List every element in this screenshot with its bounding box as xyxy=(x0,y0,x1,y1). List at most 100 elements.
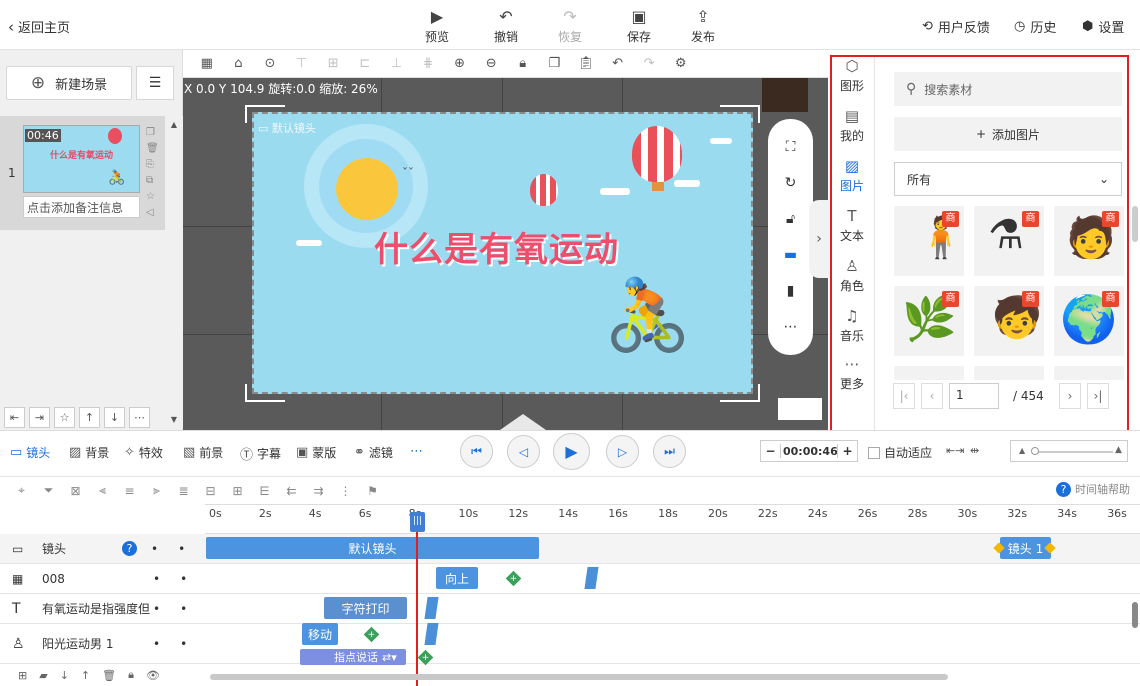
undo-button[interactable]: ↶ 撤销 xyxy=(481,6,531,45)
material-item[interactable]: 🧍 商 xyxy=(894,206,964,276)
camera-corner[interactable] xyxy=(245,105,285,123)
cat-image[interactable]: ▨ 图片 xyxy=(833,157,871,194)
star-icon[interactable]: ☆ xyxy=(146,191,155,202)
export-scene-icon[interactable]: ⇥ xyxy=(29,406,50,428)
cat-character[interactable]: ♙ 角色 xyxy=(833,257,871,294)
eye-icon[interactable]: 👁︎ xyxy=(146,669,160,682)
cat-shape[interactable]: ⬡ 图形 xyxy=(833,57,871,94)
redo-small-icon[interactable]: ↷ xyxy=(633,56,665,71)
align-left-icon[interactable]: ⊏ xyxy=(349,56,381,71)
add-track-icon[interactable]: ⊞ xyxy=(18,669,27,682)
undo-small-icon[interactable]: ↶ xyxy=(602,56,634,71)
tab-foreground[interactable]: ▧ 前景 xyxy=(183,444,223,461)
new-scene-button[interactable]: ⊕ 新建场景 xyxy=(6,66,132,100)
history-button[interactable]: ◷ 历史 xyxy=(1014,17,1056,36)
copy-icon[interactable]: ❐ xyxy=(146,127,155,138)
tab-background[interactable]: ▨ 背景 xyxy=(69,444,109,461)
lock-icon[interactable]: 🔒︎ xyxy=(507,56,539,71)
camera-corner[interactable] xyxy=(720,384,760,402)
step-forward-button[interactable]: ▷ xyxy=(606,435,639,468)
settings-small-icon[interactable]: ⚙︎ xyxy=(665,56,697,71)
material-item[interactable]: 🌍 商 xyxy=(1054,286,1124,356)
track-down-icon[interactable]: ↓ xyxy=(60,669,69,682)
add-image-button[interactable]: + 添加图片 xyxy=(894,117,1122,151)
track-3-header[interactable]: ♙ 阳光运动男 1 • • xyxy=(0,624,205,664)
visibility-dot[interactable]: • xyxy=(153,572,160,586)
tab-subtitle[interactable]: Ⓣ 字幕 xyxy=(240,444,281,463)
track-2-header[interactable]: T 有氧运动是指强度但 • • xyxy=(0,594,205,624)
lock-dot[interactable]: • xyxy=(180,602,187,616)
prev-scene-button[interactable]: ⏮ xyxy=(460,435,493,468)
desktop-icon[interactable]: ▬ xyxy=(784,247,797,263)
home-icon[interactable]: ⌂ xyxy=(223,56,255,71)
redo-button[interactable]: ↷ 恢复 xyxy=(545,6,595,45)
mobile-icon[interactable]: ▮ xyxy=(787,283,795,299)
rotate-icon[interactable]: ↻ xyxy=(785,175,797,191)
scene-scrollbar[interactable]: ▲ ▼ xyxy=(165,116,183,428)
offscreen-element[interactable] xyxy=(762,78,808,112)
page-input[interactable]: 1 xyxy=(949,383,999,409)
material-item[interactable] xyxy=(1054,366,1124,380)
zoom-in-icon[interactable]: ⊕ xyxy=(444,56,476,71)
paste-icon[interactable]: 📋︎ xyxy=(570,56,602,71)
back-home-button[interactable]: ‹ 返回主页 xyxy=(8,17,70,37)
align-start-icon[interactable]: ⫷ xyxy=(89,483,116,498)
cat-text[interactable]: T 文本 xyxy=(833,207,871,244)
more-icon[interactable]: ⋯ xyxy=(129,406,150,428)
options-icon[interactable]: ⊙ xyxy=(254,56,286,71)
folder-icon[interactable]: ▰ xyxy=(39,669,47,682)
next-page-button[interactable]: › xyxy=(1059,383,1081,409)
clip-move[interactable]: 移动 xyxy=(302,623,338,645)
track-lock-icon[interactable]: 🔒︎ xyxy=(128,668,134,682)
visibility-dot[interactable]: • xyxy=(153,602,160,616)
material-item[interactable] xyxy=(894,366,964,380)
align-bottom-icon[interactable]: ⊥ xyxy=(381,56,413,71)
target-icon[interactable]: ⌖ xyxy=(8,483,35,498)
stack-icon[interactable]: ⋿ xyxy=(251,484,278,498)
filter-select[interactable]: 所有 ⌄ xyxy=(894,162,1122,196)
last-page-button[interactable]: ›| xyxy=(1087,383,1109,409)
material-item[interactable]: ⚗︎ 商 xyxy=(974,206,1044,276)
panel-scrollbar[interactable] xyxy=(1132,206,1138,242)
scroll-up-icon[interactable]: ▲ xyxy=(165,120,183,129)
track-delete-icon[interactable]: 🗑 xyxy=(102,669,116,682)
align-end-icon[interactable]: ⫸ xyxy=(143,483,170,498)
track-1-header[interactable]: ▦ 008 • • xyxy=(0,564,205,594)
auto-fit-checkbox[interactable]: 自动适应 xyxy=(868,444,932,461)
visibility-dot[interactable]: • xyxy=(153,637,160,651)
sound-icon[interactable]: ◁ xyxy=(146,207,154,218)
export-icon[interactable]: ⎘ xyxy=(146,159,154,170)
clip-default-camera[interactable]: 默认镜头 xyxy=(206,537,539,559)
track-camera-header[interactable]: ▭ 镜头? • • xyxy=(0,534,205,564)
align-top-icon[interactable]: ⊤ xyxy=(286,56,318,71)
cat-music[interactable]: ♫ 音乐 xyxy=(833,307,871,344)
minimap[interactable] xyxy=(778,398,822,420)
camera-corner[interactable] xyxy=(720,105,760,123)
lock-dot[interactable]: • xyxy=(180,637,187,651)
delete-icon[interactable]: 🗑 xyxy=(146,143,159,154)
preview-button[interactable]: ▶ 预览 xyxy=(412,6,462,45)
cat-my[interactable]: ▤ 我的 xyxy=(833,107,871,144)
scene-note-input[interactable]: 点击添加备注信息 xyxy=(23,196,140,218)
visibility-dot[interactable]: • xyxy=(151,542,158,556)
shift-left-icon[interactable]: ⇇ xyxy=(278,484,305,498)
shift-right-icon[interactable]: ⇉ xyxy=(305,484,332,498)
zoom-out-icon[interactable]: ⊖ xyxy=(475,56,507,71)
material-item[interactable]: 🧑 商 xyxy=(1054,206,1124,276)
zoom-slider[interactable]: ▲ ▲ xyxy=(1010,440,1128,462)
distribute-icon[interactable]: ⋕ xyxy=(412,56,444,71)
step-back-button[interactable]: ◁ xyxy=(507,435,540,468)
playhead-handle[interactable]: ||| xyxy=(410,512,425,532)
tab-filter[interactable]: ⚭ 滤镜 xyxy=(354,444,393,461)
clear-filter-icon[interactable]: ⊠ xyxy=(62,484,89,498)
minus-button[interactable]: − xyxy=(761,444,781,458)
save-button[interactable]: ▣ 保存 xyxy=(614,6,664,45)
favorite-icon[interactable]: ☆ xyxy=(54,406,75,428)
lock-dot[interactable]: • xyxy=(180,572,187,586)
clip-up[interactable]: 向上 xyxy=(436,567,478,589)
zoom-handle[interactable] xyxy=(1031,447,1039,455)
duplicate-icon[interactable]: ⧉ xyxy=(146,175,153,186)
settings-button[interactable]: ⬢ 设置 xyxy=(1082,17,1124,36)
tab-mask[interactable]: ▣ 蒙版 xyxy=(296,444,336,461)
compact-icon[interactable]: ⊞ xyxy=(224,484,251,498)
